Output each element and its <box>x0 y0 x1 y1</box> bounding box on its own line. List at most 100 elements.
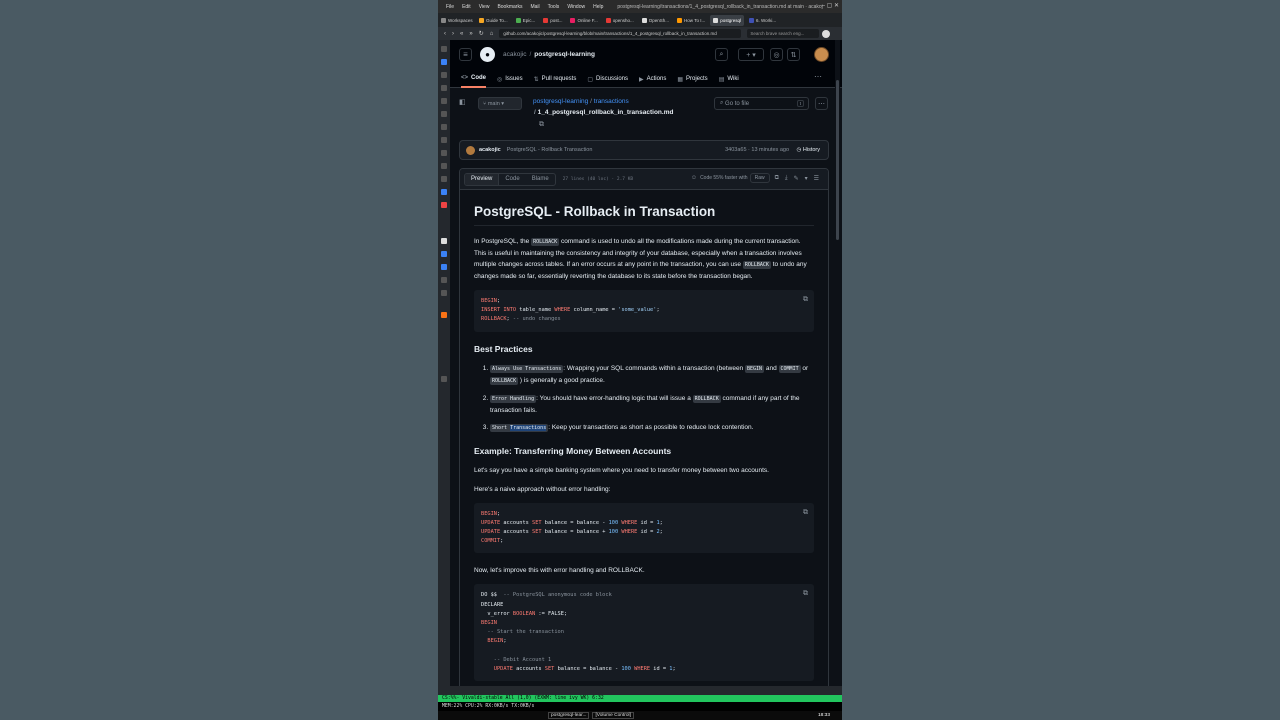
repo-breadcrumb: acakojic / postgresql-learning <box>503 51 595 58</box>
mastodon-panel-icon[interactable] <box>441 150 447 156</box>
tab-pull-requests[interactable]: ⇅ Pull requests <box>534 70 577 88</box>
tab-issues[interactable]: ◎ Issues <box>497 70 523 88</box>
menu-tools[interactable]: Tools <box>548 4 560 10</box>
tab-1[interactable]: Guide To... <box>476 15 511 26</box>
menu-edit[interactable]: Edit <box>462 4 471 10</box>
menu-file[interactable]: File <box>446 4 454 10</box>
download-panel-icon[interactable] <box>441 72 447 78</box>
tab-2[interactable]: Epic... <box>513 15 539 26</box>
tab-bar: Workspaces Guide To... Epic... post... O… <box>438 13 842 27</box>
repo-name-link[interactable]: postgresql-learning <box>534 51 595 58</box>
breadcrumb-repo-link[interactable]: postgresql-learning <box>533 98 588 105</box>
calendar-panel-icon[interactable] <box>441 124 447 130</box>
edit-dropdown-icon[interactable]: ▾ <box>805 175 808 182</box>
intro-paragraph: In PostgreSQL, the ROLLBACK command is u… <box>474 238 807 280</box>
branch-selector[interactable]: ⑂ main ▾ <box>478 97 522 110</box>
history-panel-icon[interactable] <box>441 85 447 91</box>
back-icon[interactable]: ‹ <box>444 31 446 37</box>
copy-path-icon[interactable]: ⧉ <box>539 121 544 129</box>
bookmark-panel-icon[interactable] <box>441 46 447 52</box>
web-panel-6-icon[interactable] <box>441 290 447 296</box>
user-avatar[interactable] <box>814 47 829 62</box>
rewind-icon[interactable]: « <box>460 31 463 37</box>
chat-panel-icon[interactable] <box>441 189 447 195</box>
edit-icon[interactable]: ✎ <box>794 175 799 182</box>
tab-7[interactable]: How To I... <box>674 15 708 26</box>
window-controls[interactable]: – ▢ ✕ <box>822 2 839 9</box>
text-selection: Transactions <box>510 424 547 431</box>
web-panel-4-icon[interactable] <box>441 264 447 270</box>
preview-tab[interactable]: Preview <box>465 173 500 185</box>
taskbar-item-volume[interactable]: [Volume Control] <box>592 712 634 719</box>
menu-view[interactable]: View <box>479 4 490 10</box>
search-icon[interactable]: ⌕ <box>715 48 728 61</box>
committer-avatar[interactable] <box>466 145 475 155</box>
code-faster-text[interactable]: Code 55% faster with <box>700 175 748 181</box>
file-tree-toggle-icon[interactable]: ◧ <box>459 98 469 108</box>
history-button[interactable]: ◷ History <box>797 147 820 153</box>
menu-icon[interactable]: ≡ <box>459 48 472 61</box>
tab-actions[interactable]: ▶ Actions <box>639 70 666 88</box>
window-panel-icon[interactable] <box>441 111 447 117</box>
copy-code-icon[interactable]: ⧉ <box>803 508 808 517</box>
example-paragraph-1: Let's say you have a simple banking syst… <box>474 466 769 474</box>
tab-wiki[interactable]: ▤ Wiki <box>719 70 739 88</box>
web-panel-7-icon[interactable] <box>441 312 447 318</box>
tab-3[interactable]: post... <box>540 15 565 26</box>
notes-panel-icon[interactable] <box>441 98 447 104</box>
web-panel-5-icon[interactable] <box>441 277 447 283</box>
tab-projects[interactable]: ▦ Projects <box>677 70 707 88</box>
tab-workspaces[interactable]: Workspaces <box>438 15 474 26</box>
tab-active[interactable]: postgresql <box>710 14 744 26</box>
commit-author[interactable]: acakojic <box>479 147 501 153</box>
raw-button[interactable]: Raw <box>749 173 770 183</box>
web-panel-icon[interactable] <box>441 176 447 182</box>
tab-discussions[interactable]: ▢ Discussions <box>587 70 628 88</box>
more-nav-icon[interactable]: ⋯ <box>814 72 822 81</box>
create-new-icon[interactable]: + ▾ <box>738 48 764 61</box>
mail-panel-icon[interactable] <box>441 59 447 65</box>
menu-window[interactable]: Window <box>567 4 585 10</box>
commit-hash[interactable]: 3403a65 <box>725 147 746 153</box>
outline-icon[interactable]: ☰ <box>814 175 819 182</box>
commit-message[interactable]: PostgreSQL - Rollback Transaction <box>507 147 593 153</box>
forward-icon[interactable]: › <box>452 31 454 37</box>
breadcrumb-dir-link[interactable]: transactions <box>594 98 629 105</box>
code-tab[interactable]: Code <box>499 174 525 185</box>
go-to-file-input[interactable]: ⌕ Go to file t <box>714 97 809 110</box>
menu-bookmarks[interactable]: Bookmarks <box>497 4 522 10</box>
file-viewer-header: Preview Code Blame 27 lines (40 loc) · 2… <box>460 169 828 190</box>
menu-mail[interactable]: Mail <box>530 4 539 10</box>
github-logo-icon[interactable]: ● <box>480 47 495 62</box>
profile-avatar[interactable] <box>822 29 831 38</box>
web-panel-3-icon[interactable] <box>441 251 447 257</box>
reload-icon[interactable]: ↻ <box>479 30 484 37</box>
feed-panel-icon[interactable] <box>441 137 447 143</box>
translate-panel-icon[interactable] <box>441 163 447 169</box>
web-panel-2-icon[interactable] <box>441 238 447 244</box>
issues-icon[interactable]: ◎ <box>770 48 783 61</box>
page-scrollbar-thumb[interactable] <box>836 80 839 240</box>
repo-owner-link[interactable]: acakojic <box>503 51 526 58</box>
url-field[interactable]: github.com/acakojic/postgresql-learning/… <box>499 29 742 38</box>
tab-9[interactable]: 6. Worki... <box>746 15 779 26</box>
taskbar-item-active[interactable]: postgresql-lear... <box>548 712 590 719</box>
tab-6[interactable]: OpenSh... <box>639 15 672 26</box>
fastforward-icon[interactable]: » <box>469 31 472 37</box>
add-panel-icon[interactable] <box>441 376 447 382</box>
menu-help[interactable]: Help <box>593 4 603 10</box>
vivaldi-panel-icon[interactable] <box>441 202 447 208</box>
copy-code-icon[interactable]: ⧉ <box>803 589 808 598</box>
pull-requests-icon[interactable]: ⇅ <box>787 48 800 61</box>
home-icon[interactable]: ⌂ <box>490 31 494 37</box>
system-monitor-bar: MEM:22% CPU:2% RX:0KB/s TX:0KB/s <box>438 702 842 711</box>
tab-5[interactable]: opensho... <box>603 15 637 26</box>
blame-tab[interactable]: Blame <box>526 174 555 185</box>
copy-raw-icon[interactable]: ⧉ <box>775 175 779 182</box>
tab-code[interactable]: <> Code <box>461 70 487 88</box>
search-field[interactable]: Search brave search eng... <box>747 29 820 38</box>
download-icon[interactable]: ⤓ <box>785 175 788 182</box>
tab-4[interactable]: Online F... <box>567 15 600 26</box>
more-options-icon[interactable]: ⋯ <box>815 97 828 110</box>
copy-code-icon[interactable]: ⧉ <box>803 295 808 304</box>
